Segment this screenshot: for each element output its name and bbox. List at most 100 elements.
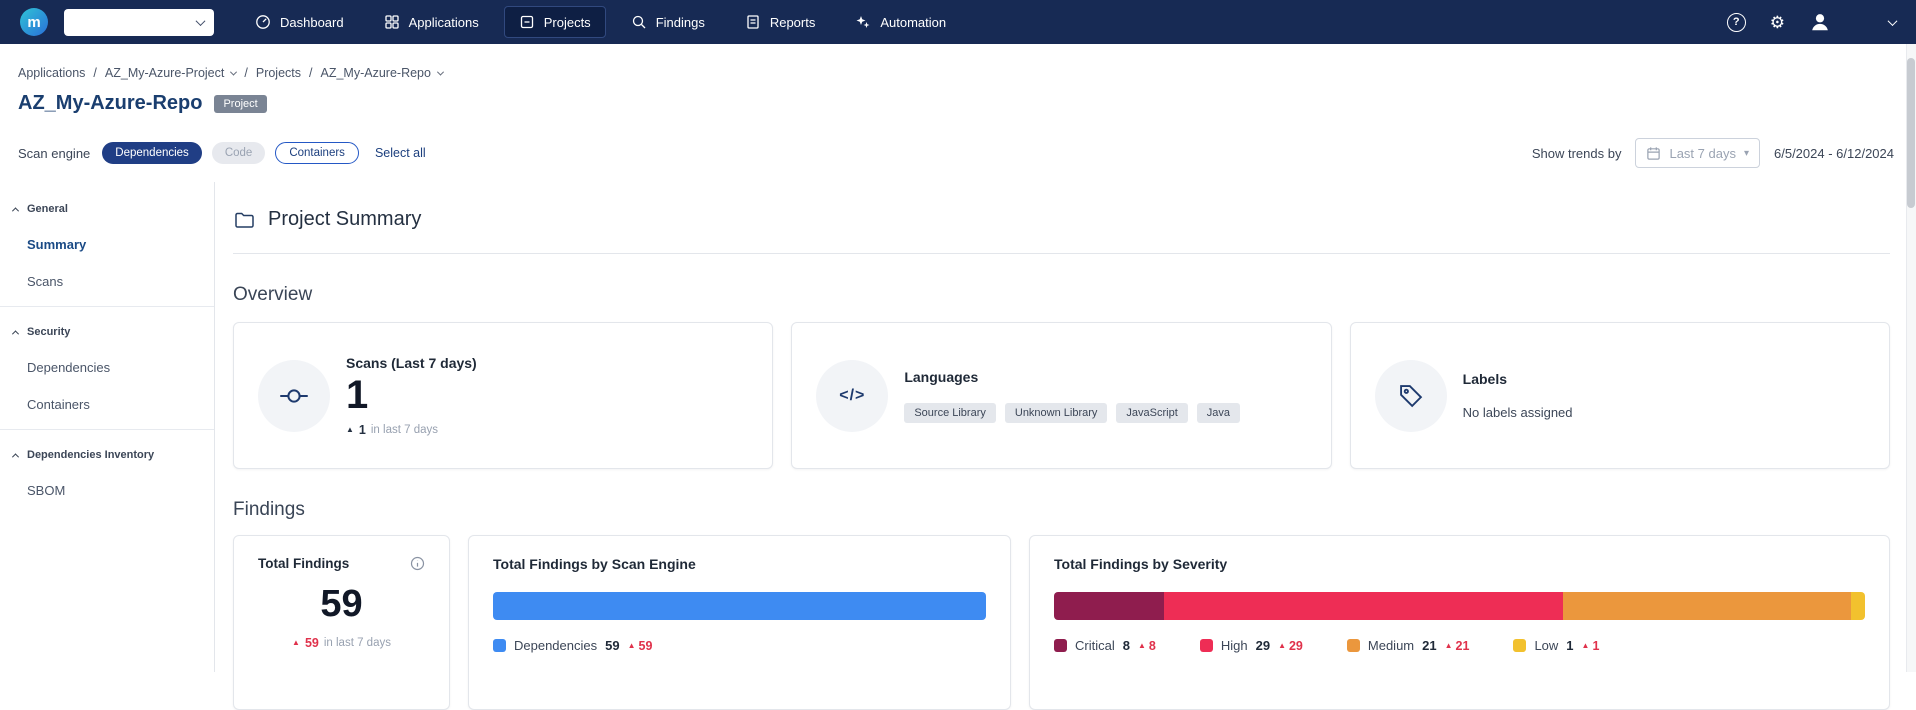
sidebar-item-dependencies[interactable]: Dependencies xyxy=(0,349,214,386)
breadcrumb-project-name[interactable]: AZ_My-Azure-Repo xyxy=(321,66,431,80)
chevron-down-icon[interactable] xyxy=(438,71,443,76)
page-title: AZ_My-Azure-Repo xyxy=(18,92,202,115)
total-findings-delta: 59 xyxy=(305,636,319,650)
trend-up-icon: ▲ xyxy=(1278,642,1286,650)
legend-label: Dependencies xyxy=(514,638,597,653)
labels-empty-text: No labels assigned xyxy=(1463,405,1573,420)
date-range-text: 6/5/2024 - 6/12/2024 xyxy=(1774,146,1894,161)
legend-value: 21 xyxy=(1422,638,1436,653)
vertical-scrollbar[interactable] xyxy=(1906,44,1916,672)
scan-engine-bar: Scan engine Dependencies Code Containers… xyxy=(18,138,1894,168)
scrollbar-thumb[interactable] xyxy=(1907,58,1915,208)
info-icon[interactable] xyxy=(410,556,425,571)
legend-delta: ▲ 21 xyxy=(1445,639,1470,653)
language-tags: Source Library Unknown Library JavaScrip… xyxy=(904,403,1240,423)
mend-logo-icon[interactable]: m xyxy=(20,8,48,36)
total-findings-delta-suffix: in last 7 days xyxy=(324,637,391,649)
breadcrumb-projects[interactable]: Projects xyxy=(256,66,301,80)
trend-up-icon: ▲ xyxy=(1445,642,1453,650)
breadcrumb-application-name[interactable]: AZ_My-Azure-Project xyxy=(105,66,224,80)
user-avatar-icon[interactable] xyxy=(1809,11,1831,33)
sidebar-item-containers[interactable]: Containers xyxy=(0,386,214,423)
severity-segment-low[interactable] xyxy=(1851,592,1865,620)
help-icon[interactable]: ? xyxy=(1727,13,1746,32)
legend-medium: Medium 21 ▲ 21 xyxy=(1347,638,1470,653)
findings-cards: Total Findings 59 ▲ 59 in last 7 days To… xyxy=(233,535,1890,710)
engine-bar-segment-dependencies[interactable] xyxy=(493,592,986,620)
trends-period-dropdown[interactable]: Last 7 days ▾ xyxy=(1635,138,1760,168)
sidebar-section-dependencies-inventory[interactable]: Dependencies Inventory xyxy=(0,436,214,472)
legend-value: 29 xyxy=(1256,638,1270,653)
nav-label: Reports xyxy=(770,15,816,30)
reports-icon xyxy=(745,14,761,30)
legend-delta: ▲ 29 xyxy=(1278,639,1303,653)
dashboard-icon xyxy=(255,14,271,30)
scan-engine-label: Scan engine xyxy=(18,146,90,161)
nav-projects[interactable]: Projects xyxy=(504,6,606,38)
sidebar-section-title: Dependencies Inventory xyxy=(27,449,154,461)
legend-low: Low 1 ▲ 1 xyxy=(1513,638,1599,653)
folder-icon xyxy=(233,209,255,231)
nav-label: Projects xyxy=(544,15,591,30)
automation-sparkles-icon xyxy=(855,14,871,30)
nav-label: Findings xyxy=(656,15,705,30)
high-color-swatch xyxy=(1200,639,1213,652)
engine-card-title: Total Findings by Scan Engine xyxy=(493,556,986,572)
caret-down-icon: ▾ xyxy=(1744,148,1749,159)
legend-label: Critical xyxy=(1075,638,1115,653)
engine-legend: Dependencies 59 ▲ 59 xyxy=(493,638,986,653)
pill-code: Code xyxy=(212,142,266,164)
select-all-link[interactable]: Select all xyxy=(375,146,426,160)
project-summary-header: Project Summary xyxy=(233,208,1890,231)
header-divider xyxy=(233,253,1890,254)
legend-high: High 29 ▲ 29 xyxy=(1200,638,1303,653)
nav-findings[interactable]: Findings xyxy=(616,6,720,38)
severity-segment-high[interactable] xyxy=(1164,592,1563,620)
findings-search-icon xyxy=(631,14,647,30)
severity-segment-medium[interactable] xyxy=(1563,592,1852,620)
project-summary-title: Project Summary xyxy=(268,208,421,231)
trend-up-icon: ▲ xyxy=(628,642,636,650)
sidebar-section-security[interactable]: Security xyxy=(0,313,214,349)
nav-automation[interactable]: Automation xyxy=(840,6,961,38)
language-tag: Source Library xyxy=(904,403,996,423)
sidebar-item-sbom[interactable]: SBOM xyxy=(0,472,214,509)
label-tag-icon xyxy=(1375,360,1447,432)
calendar-icon xyxy=(1646,146,1661,161)
breadcrumb-applications[interactable]: Applications xyxy=(18,66,85,80)
breadcrumb-separator: / xyxy=(309,66,312,80)
pill-containers[interactable]: Containers xyxy=(275,142,359,164)
sidebar-divider xyxy=(0,306,214,307)
nav-label: Automation xyxy=(880,15,946,30)
legend-value: 8 xyxy=(1123,638,1130,653)
trend-up-icon: ▲ xyxy=(1138,642,1146,650)
chevron-down-icon[interactable] xyxy=(231,71,236,76)
scan-commit-icon xyxy=(258,360,330,432)
sidebar-section-general[interactable]: General xyxy=(0,190,214,226)
legend-value: 1 xyxy=(1566,638,1573,653)
language-tag: JavaScript xyxy=(1116,403,1187,423)
sidebar-item-summary[interactable]: Summary xyxy=(0,226,214,263)
legend-label: Medium xyxy=(1368,638,1414,653)
severity-segment-critical[interactable] xyxy=(1054,592,1164,620)
dependencies-color-swatch xyxy=(493,639,506,652)
nav-applications[interactable]: Applications xyxy=(369,6,494,38)
applications-icon xyxy=(384,14,400,30)
overview-cards: Scans (Last 7 days) 1 ▲ 1 in last 7 days… xyxy=(233,322,1890,469)
org-selector-dropdown[interactable] xyxy=(64,9,214,36)
legend-critical: Critical 8 ▲ 8 xyxy=(1054,638,1156,653)
trends-controls: Show trends by Last 7 days ▾ 6/5/2024 - … xyxy=(1532,138,1894,168)
chevron-down-icon[interactable] xyxy=(1889,19,1896,26)
sidebar-item-scans[interactable]: Scans xyxy=(0,263,214,300)
nav-reports[interactable]: Reports xyxy=(730,6,831,38)
nav-label: Applications xyxy=(409,15,479,30)
trend-up-icon: ▲ xyxy=(346,426,354,434)
nav-dashboard[interactable]: Dashboard xyxy=(240,6,359,38)
trends-period-value: Last 7 days xyxy=(1669,146,1736,161)
chevron-down-icon xyxy=(196,16,206,26)
scans-card: Scans (Last 7 days) 1 ▲ 1 in last 7 days xyxy=(233,322,773,469)
nav-label: Dashboard xyxy=(280,15,344,30)
gear-icon[interactable]: ⚙ xyxy=(1770,14,1785,31)
total-findings-trend: ▲ 59 in last 7 days xyxy=(258,636,425,650)
pill-dependencies[interactable]: Dependencies xyxy=(102,142,202,164)
